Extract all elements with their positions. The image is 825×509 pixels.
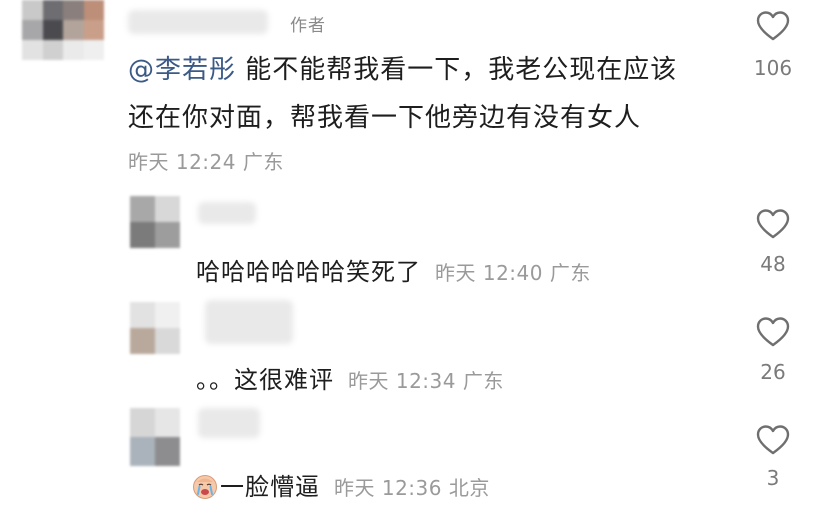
heart-icon bbox=[756, 11, 790, 41]
reply-meta: 昨天 12:34 广东 bbox=[348, 369, 504, 393]
username-blurred-reply-1[interactable] bbox=[198, 202, 256, 224]
avatar-reply-3[interactable] bbox=[130, 408, 180, 466]
reply-meta: 昨天 12:36 北京 bbox=[334, 476, 490, 500]
author-badge: 作者 bbox=[290, 16, 326, 36]
heart-icon bbox=[756, 317, 790, 347]
reply-content: 一脸懵逼 bbox=[220, 473, 320, 501]
avatar-reply-1[interactable] bbox=[130, 196, 180, 248]
username-blurred-reply-2[interactable] bbox=[205, 300, 293, 344]
reply-meta: 昨天 12:40 广东 bbox=[435, 261, 591, 285]
reply-text-1: 哈哈哈哈哈哈笑死了 昨天 12:40 广东 bbox=[196, 252, 591, 287]
heart-icon bbox=[756, 209, 790, 239]
comment-text: @李若彤 能不能帮我看一下，我老公现在应该 还在你对面，帮我看一下他旁边有没有女… bbox=[128, 46, 728, 142]
reply-text-2: 。。这很难评 昨天 12:34 广东 bbox=[196, 360, 504, 395]
like-button-reply-2[interactable]: 26 bbox=[743, 316, 803, 384]
comment-text-line2: 还在你对面，帮我看一下他旁边有没有女人 bbox=[128, 103, 642, 133]
heart-icon bbox=[756, 425, 790, 455]
comment-text-line1: 能不能帮我看一下，我老公现在应该 bbox=[236, 55, 678, 85]
reply-text-3: 一脸懵逼 昨天 12:36 北京 bbox=[192, 467, 490, 502]
like-button-reply-3[interactable]: 3 bbox=[743, 424, 803, 490]
like-button-reply-1[interactable]: 48 bbox=[743, 208, 803, 276]
like-count: 48 bbox=[760, 252, 786, 276]
mention-link[interactable]: @李若彤 bbox=[128, 55, 236, 85]
like-count: 26 bbox=[760, 360, 786, 384]
like-button-main[interactable]: 106 bbox=[743, 10, 803, 80]
like-count: 3 bbox=[766, 466, 780, 490]
avatar-reply-2[interactable] bbox=[130, 302, 180, 354]
comment-meta: 昨天 12:24 广东 bbox=[128, 150, 284, 174]
like-count: 106 bbox=[753, 56, 793, 80]
username-blurred[interactable] bbox=[128, 10, 268, 34]
avatar-main-comment[interactable] bbox=[22, 0, 104, 60]
reply-content: 哈哈哈哈哈哈笑死了 bbox=[196, 258, 421, 286]
username-blurred-reply-3[interactable] bbox=[198, 408, 260, 438]
reply-content: 。。这很难评 bbox=[196, 366, 334, 394]
crying-baby-emoji-icon bbox=[193, 475, 217, 499]
